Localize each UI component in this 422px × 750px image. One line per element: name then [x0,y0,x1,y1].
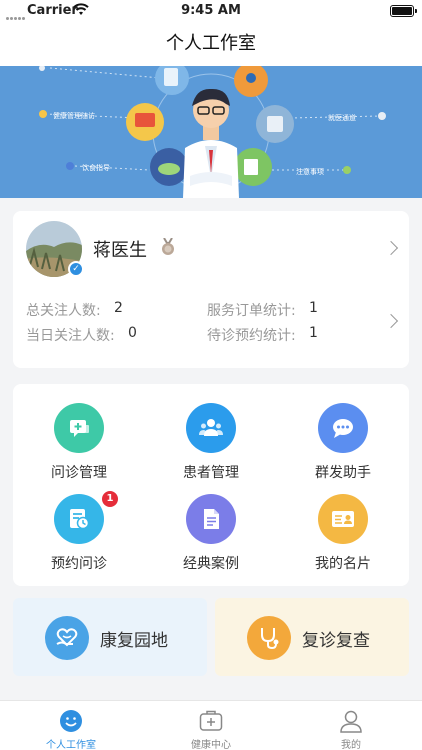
banner-label-diet: 饮食指导 [82,164,110,172]
grid-label-cases: 经典案例 [183,556,239,572]
clock: 9:45 AM [181,3,241,18]
banner-label-medical-access: 就医通道 [328,114,356,122]
appointment-badge: 1 [102,491,118,507]
banner-label-notices: 注意事项 [296,168,324,176]
stats-chevron-icon[interactable] [383,313,399,329]
today-followers-value: 0 [128,325,137,341]
verified-icon: ✓ [68,261,84,277]
tab-bar: 个人工作室 健康中心 我的 [0,700,422,750]
grid-item-appointment[interactable]: 1 预约问诊 [13,491,145,584]
grid-label-broadcast: 群发助手 [315,465,371,481]
banner-illustration [0,66,422,198]
grid-label-appointment: 预约问诊 [51,556,107,572]
page-title: 个人工作室 [0,22,422,66]
medical-kit-icon [199,710,223,731]
revisit-card[interactable]: 复诊复查 [215,598,409,676]
tab-health-center[interactable]: 健康中心 [141,701,281,750]
rehabilitation-card[interactable]: 康复园地 [13,598,207,676]
pending-appointments-label: 待诊预约统计: [207,328,296,344]
doctor-name: 蒋医生 [93,240,147,261]
tab-health-center-label: 健康中心 [191,740,231,750]
banner-label-follow-up: 健康管理随访 [53,112,95,120]
document-icon [186,494,236,544]
today-followers-label: 当日关注人数: [26,328,115,344]
total-followers-label: 总关注人数: [26,303,101,319]
profile-chevron-icon[interactable] [383,240,399,256]
person-icon [340,710,362,733]
doctor-profile-card: ✓ 蒋医生 总关注人数: 2 服务订单统计: 1 当日关注人数: 0 待诊预约统… [13,211,409,368]
smile-icon [60,710,82,732]
consultation-icon [54,403,104,453]
chat-bubble-icon [318,403,368,453]
grid-label-business-card: 我的名片 [315,556,371,572]
grid-label-consultation: 问诊管理 [51,465,107,481]
battery-icon [390,5,417,17]
total-followers-value: 2 [114,300,123,316]
grid-item-consultation[interactable]: 问诊管理 [13,403,145,493]
tab-studio-label: 个人工作室 [46,740,96,750]
rehabilitation-label: 康复园地 [100,631,168,651]
appointment-icon [54,494,104,544]
grid-label-patients: 患者管理 [183,465,239,481]
patients-icon [186,403,236,453]
pending-appointments-value: 1 [309,325,318,341]
stethoscope-icon [247,616,291,660]
grid-item-broadcast[interactable]: 群发助手 [277,403,409,493]
tab-mine[interactable]: 我的 [281,701,421,750]
function-grid: 问诊管理 患者管理 群发助手 1 预约问诊 经典案例 我的名片 [13,384,409,586]
grid-item-patients[interactable]: 患者管理 [145,403,277,493]
service-orders-value: 1 [309,300,318,316]
banner[interactable]: 健康管理随访 饮食指导 就医通道 注意事项 [0,66,422,198]
heart-hand-icon [45,616,89,660]
tab-studio[interactable]: 个人工作室 [1,701,141,750]
business-card-icon [318,494,368,544]
service-orders-label: 服务订单统计: [207,303,296,319]
revisit-label: 复诊复查 [302,631,370,651]
grid-item-cases[interactable]: 经典案例 [145,494,277,584]
grid-item-business-card[interactable]: 我的名片 [277,494,409,584]
status-bar: Carrier 9:45 AM [0,0,422,22]
medal-icon [162,238,174,255]
tab-mine-label: 我的 [341,740,361,750]
